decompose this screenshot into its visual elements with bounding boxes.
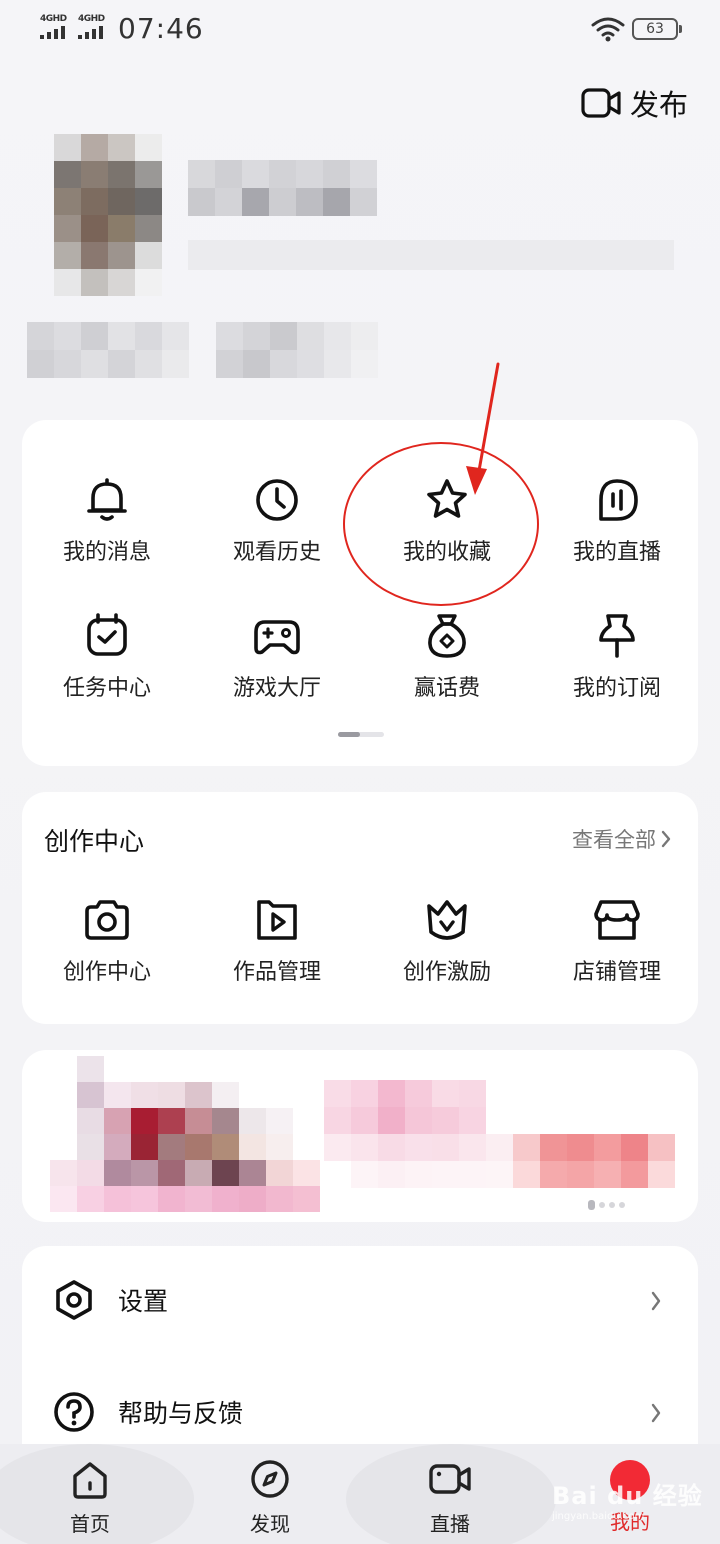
live-mic-icon [599, 479, 638, 521]
watermark: Bai du 经验 jingyan.baidu.com [552, 1476, 703, 1522]
tool-label: 我的订阅 [572, 676, 661, 701]
status-bar: 4GHD 4GHD 07:46 63 [0, 0, 720, 60]
tool-my-messages[interactable]: 我的消息 [22, 474, 192, 566]
network-type-label: 4GHD [78, 14, 105, 24]
clock-icon [256, 479, 298, 521]
page-indicator [338, 732, 384, 737]
creator-item-incentive[interactable]: 创作激励 [362, 894, 532, 986]
creator-item-center[interactable]: 创作中心 [22, 894, 192, 986]
quick-tools-card: 我的消息 观看历史 我的收藏 我的直播 任务中心 游戏大厅 赢话费 我的订阅 [22, 420, 698, 766]
crown-icon [427, 900, 467, 940]
pin-icon [599, 614, 635, 658]
nav-label: 发现 [250, 1512, 290, 1536]
tool-win-phone-credit[interactable]: 赢话费 [362, 610, 532, 702]
view-all-link[interactable]: 查看全部 [572, 824, 672, 854]
nav-discover[interactable]: 发现 [210, 1456, 330, 1537]
creator-item-works[interactable]: 作品管理 [192, 894, 362, 986]
settings-icon [56, 1280, 92, 1320]
tool-my-live[interactable]: 我的直播 [532, 474, 702, 566]
publish-button[interactable]: 发布 [580, 82, 688, 124]
creator-item-label: 创作激励 [402, 960, 491, 985]
banner-image [324, 1080, 676, 1190]
creator-item-store[interactable]: 店铺管理 [532, 894, 702, 986]
profile-stat[interactable] [216, 322, 378, 378]
camera-icon [85, 900, 129, 940]
chevron-right-icon [651, 1291, 661, 1311]
tool-watch-history[interactable]: 观看历史 [192, 474, 362, 566]
home-icon [73, 1462, 107, 1499]
creator-item-label: 创作中心 [62, 960, 151, 985]
avatar[interactable] [54, 134, 162, 296]
tool-label: 我的直播 [572, 540, 661, 565]
nav-home[interactable]: 首页 [30, 1456, 150, 1537]
annotation-arrow-icon [466, 362, 500, 495]
video-play-icon [257, 900, 297, 940]
tool-label: 观看历史 [232, 540, 321, 565]
nav-label: 直播 [430, 1512, 470, 1536]
wifi-icon [591, 17, 625, 42]
store-icon [594, 900, 640, 940]
section-title: 创作中心 [44, 827, 145, 856]
signal-icon: 4GHD [40, 14, 74, 40]
nav-live[interactable]: 直播 [390, 1456, 510, 1537]
tool-task-center[interactable]: 任务中心 [22, 610, 192, 702]
live-camera-icon [429, 1464, 471, 1494]
banner-page-indicator [588, 1200, 625, 1210]
username [188, 160, 378, 216]
view-all-label: 查看全部 [572, 828, 656, 852]
creator-item-label: 作品管理 [232, 960, 321, 985]
chevron-right-icon [661, 830, 671, 848]
creator-center-card: 创作中心 查看全部 创作中心 作品管理 创作激励 店铺管理 [22, 792, 698, 1024]
tool-label: 赢话费 [413, 676, 480, 701]
creator-item-label: 店铺管理 [572, 960, 661, 985]
money-bag-icon [428, 614, 466, 658]
profile-page: 4GHD 4GHD 07:46 63 发布 我的消息 观看历史 我的收藏 我的直… [0, 0, 720, 1544]
help-icon [54, 1392, 94, 1432]
bell-icon [87, 478, 127, 521]
video-camera-icon [581, 88, 621, 118]
watermark-brand: Bai du 经验 [552, 1482, 703, 1510]
task-calendar-icon [87, 613, 127, 656]
profile-bio [188, 240, 674, 270]
help-feedback-row[interactable]: 帮助与反馈 [22, 1372, 698, 1452]
tool-label: 我的消息 [62, 540, 151, 565]
chevron-right-icon [651, 1403, 661, 1423]
profile-stat[interactable] [27, 322, 189, 378]
network-type-label: 4GHD [40, 14, 67, 24]
publish-label: 发布 [630, 88, 689, 122]
tool-my-subscriptions[interactable]: 我的订阅 [532, 610, 702, 702]
tool-game-hall[interactable]: 游戏大厅 [192, 610, 362, 702]
gamepad-icon [254, 620, 300, 655]
settings-label: 设置 [118, 1287, 169, 1316]
nav-label: 首页 [70, 1512, 110, 1536]
tool-label: 任务中心 [62, 676, 151, 701]
help-feedback-label: 帮助与反馈 [118, 1399, 244, 1428]
banner-image [50, 1056, 320, 1212]
promo-banner[interactable] [22, 1050, 698, 1222]
signal-icon: 4GHD [78, 14, 112, 40]
watermark-url: jingyan.baidu.com [552, 1511, 645, 1522]
status-time: 07:46 [118, 12, 204, 45]
settings-row[interactable]: 设置 [22, 1260, 698, 1340]
compass-icon [251, 1460, 289, 1498]
battery-indicator: 63 [632, 18, 682, 40]
tool-label: 游戏大厅 [232, 676, 321, 701]
